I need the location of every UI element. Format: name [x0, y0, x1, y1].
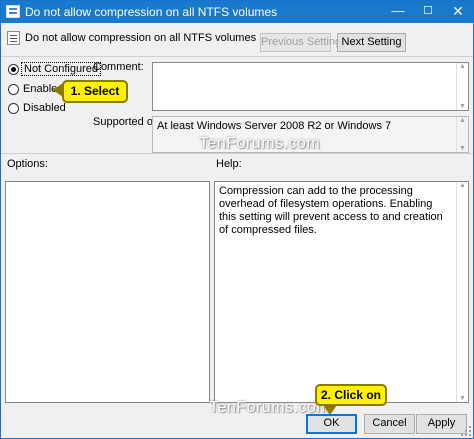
- watermark: TenForums.com: [199, 135, 321, 152]
- callout-select: 1. Select: [62, 80, 128, 103]
- comment-label: Comment:: [93, 61, 144, 73]
- radio-disabled-label[interactable]: Disabled: [23, 102, 66, 114]
- ok-button[interactable]: OK: [306, 414, 357, 434]
- minimize-button[interactable]: —: [383, 1, 413, 23]
- mid-divider: [1, 153, 473, 154]
- radio-disabled[interactable]: Disabled: [8, 101, 68, 117]
- policy-setting-icon: [7, 31, 20, 45]
- radio-enabled-dot[interactable]: [8, 84, 19, 95]
- comment-text[interactable]: [153, 63, 468, 69]
- previous-setting-button[interactable]: Previous Setting: [260, 33, 341, 52]
- options-pane: [5, 181, 210, 403]
- resize-grip-icon[interactable]: [461, 426, 471, 436]
- comment-input[interactable]: [152, 62, 469, 111]
- cancel-button[interactable]: Cancel: [364, 414, 415, 434]
- radio-not-configured[interactable]: Not Configured: [8, 62, 101, 78]
- maximize-button[interactable]: ☐: [413, 1, 443, 23]
- policy-name: Do not allow compression on all NTFS vol…: [25, 32, 257, 44]
- help-text: Compression can add to the processing ov…: [219, 185, 443, 236]
- next-setting-button[interactable]: Next Setting: [337, 33, 406, 52]
- supported-on-text: At least Windows Server 2008 R2 or Windo…: [157, 120, 392, 132]
- title-bar[interactable]: Do not allow compression on all NTFS vol…: [1, 1, 473, 23]
- radio-not-configured-dot[interactable]: [8, 64, 19, 75]
- options-label: Options:: [7, 158, 48, 170]
- radio-not-configured-label[interactable]: Not Configured: [21, 62, 101, 76]
- comment-scrollbar[interactable]: [456, 63, 468, 110]
- header-divider: [1, 56, 473, 57]
- help-scrollbar[interactable]: [456, 182, 468, 402]
- close-button[interactable]: ✕: [443, 1, 473, 23]
- supported-on-scrollbar[interactable]: [456, 117, 468, 152]
- callout-click: 2. Click on: [315, 384, 387, 406]
- help-pane: Compression can add to the processing ov…: [214, 181, 469, 403]
- app-icon: [6, 5, 20, 18]
- apply-button[interactable]: Apply: [416, 414, 467, 434]
- help-label: Help:: [216, 158, 242, 170]
- window-title: Do not allow compression on all NTFS vol…: [25, 5, 278, 19]
- radio-disabled-dot[interactable]: [8, 103, 19, 114]
- policy-dialog-window: Do not allow compression on all NTFS vol…: [0, 0, 474, 439]
